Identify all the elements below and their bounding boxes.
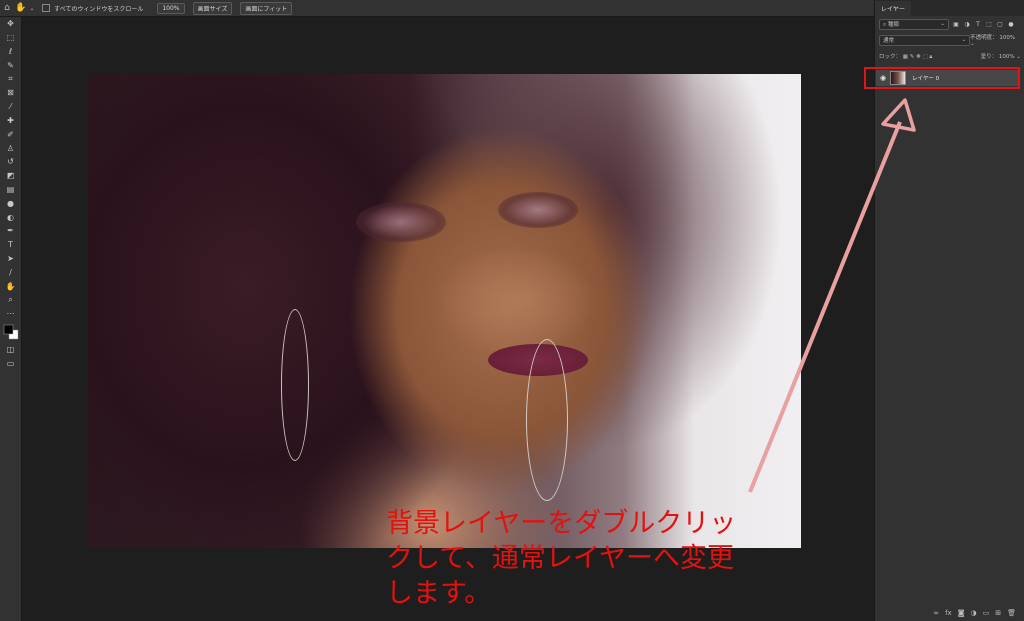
annotation-text: 背景レイヤーをダブルクリッ クして、通常レイヤーへ変更 します。 [386, 506, 806, 611]
annotation-line-2: クして、通常レイヤーへ変更 [386, 543, 735, 574]
annotation-line-3: します。 [386, 578, 492, 609]
annotation-arrow-head [881, 98, 916, 132]
annotation-arrow-shaft [748, 121, 902, 493]
annotation-line-1: 背景レイヤーをダブルクリッ [386, 508, 737, 539]
